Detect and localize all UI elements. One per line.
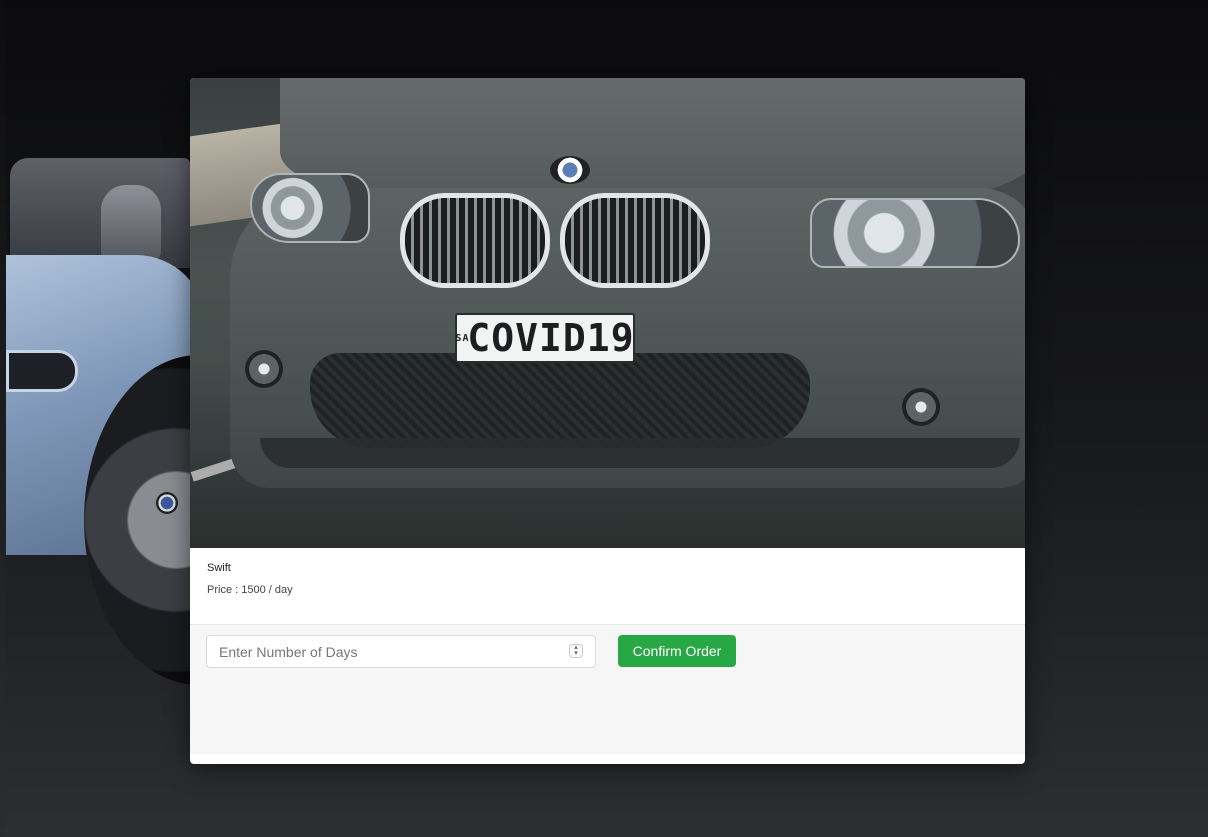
- license-plate: SA COVID19: [455, 313, 635, 363]
- confirm-order-button[interactable]: Confirm Order: [618, 635, 736, 667]
- background-car-image: [6, 140, 206, 700]
- car-info: Swift Price : 1500 / day: [190, 548, 1025, 624]
- order-modal: SA COVID19 Swift Price : 1500 / day ▴▾ C…: [190, 78, 1025, 764]
- up-down-stepper-icon[interactable]: ▴ ▾: [569, 644, 583, 658]
- car-name: Swift: [207, 562, 231, 574]
- headlight-right: [810, 198, 1020, 268]
- bmw-emblem: [550, 156, 590, 184]
- plate-prefix: SA: [455, 332, 470, 344]
- headlight-left: [250, 173, 370, 243]
- days-input[interactable]: [206, 635, 596, 668]
- car-image: SA COVID19: [190, 78, 1025, 548]
- car-price: Price : 1500 / day: [207, 584, 293, 596]
- order-footer: ▴▾ Confirm Order: [190, 624, 1025, 754]
- kidney-grille-right: [560, 193, 710, 288]
- kidney-grille-left: [400, 193, 550, 288]
- plate-text: COVID19: [467, 316, 635, 360]
